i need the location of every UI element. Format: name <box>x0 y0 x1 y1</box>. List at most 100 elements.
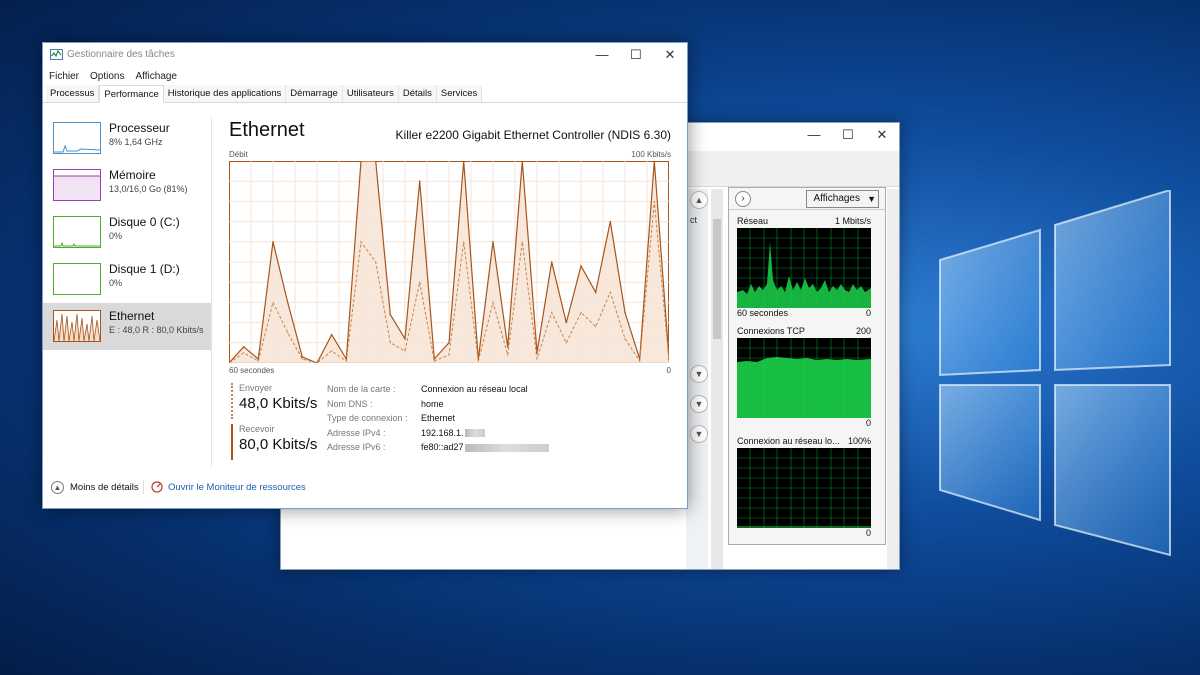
rm-graph-max: 1 Mbits/s <box>834 216 871 226</box>
sidebar-item-disque-0[interactable]: Disque 0 (C:) 0% <box>43 209 211 256</box>
sidebar-item-processeur[interactable]: Processeur 8% 1,64 GHz <box>43 115 211 162</box>
windows-logo <box>939 190 1171 557</box>
send-point <box>243 352 245 354</box>
rm-network-graph: Réseau 1 Mbits/s 60 secondes 0 <box>737 216 871 320</box>
send-point <box>463 241 465 243</box>
rm-column-fragment: ct <box>690 215 698 225</box>
sidebar-item-value: 0% <box>109 278 123 288</box>
receive-point <box>550 261 553 263</box>
graph-time-label: 60 secondes <box>229 366 275 375</box>
tab-utilisateurs[interactable]: Utilisateurs <box>342 85 399 102</box>
footer-divider <box>143 480 144 494</box>
disk1-thumbnail <box>53 263 101 295</box>
ethernet-thumbnail <box>53 310 101 342</box>
send-point <box>507 354 509 356</box>
window-title: Gestionnaire des tâches <box>67 49 175 60</box>
receive-point <box>594 291 597 294</box>
rm-graph-time: 60 secondes <box>737 308 789 318</box>
performance-panel: Processeur 8% 1,64 GHz Mémoire 13,0/16,0… <box>43 103 687 469</box>
tab-historique[interactable]: Historique des applications <box>163 85 287 102</box>
tab-performance[interactable]: Performance <box>99 85 164 103</box>
open-resource-monitor-link[interactable]: Ouvrir le Moniteur de ressources <box>151 481 306 493</box>
maximize-button[interactable]: ☐ <box>619 43 653 67</box>
minimize-button[interactable]: — <box>585 43 619 67</box>
throughput-chart <box>229 161 669 363</box>
ipv4-value: 192.168.1. <box>421 427 464 438</box>
receive-point <box>492 241 494 243</box>
rm-close-button[interactable]: ✕ <box>865 123 899 147</box>
send-point <box>389 342 391 344</box>
property-value-ipv4: 192.168.1. <box>421 428 485 438</box>
rm-graph-min: 0 <box>865 308 871 318</box>
tab-processus[interactable]: Processus <box>46 85 100 102</box>
rm-section-collapse-icon[interactable]: ▲ <box>690 191 708 209</box>
sidebar-item-label: Processeur <box>109 121 170 135</box>
sidebar-item-label: Mémoire <box>109 168 156 182</box>
rm-scrollbar-thumb[interactable] <box>713 219 721 339</box>
property-value: home <box>421 398 444 409</box>
graph-max-label: 100 Kbits/s <box>631 150 671 159</box>
rm-tcp-plot <box>737 338 871 418</box>
receive-label: Recevoir <box>239 424 275 434</box>
sidebar-item-value: E : 48,0 R : 80,0 Kbits/s <box>109 325 204 335</box>
receive-point <box>389 313 392 316</box>
receive-point <box>536 352 538 354</box>
receive-stat: Recevoir 80,0 Kbits/s <box>231 424 317 460</box>
page-title: Ethernet <box>229 119 305 141</box>
sidebar-item-disque-1[interactable]: Disque 1 (D:) 0% <box>43 256 211 303</box>
fewer-details-button[interactable]: ▲ Moins de détails <box>51 481 139 494</box>
send-point <box>653 200 655 202</box>
menu-affichage[interactable]: Affichage <box>135 71 177 82</box>
adapter-name: Killer e2200 Gigabit Ethernet Controller… <box>395 128 671 142</box>
receive-point <box>580 265 582 267</box>
blurred-redaction <box>464 443 549 452</box>
send-point <box>360 241 362 243</box>
receive-point <box>506 346 509 348</box>
resource-monitor-label: Ouvrir le Moniteur de ressources <box>168 481 306 493</box>
graph-min-label: 0 <box>666 366 671 375</box>
send-point <box>345 360 347 362</box>
task-manager-titlebar[interactable]: Gestionnaire des tâches — ☐ ✕ <box>43 43 687 67</box>
rm-maximize-button[interactable]: ☐ <box>831 123 865 147</box>
property-value: Ethernet <box>421 413 456 424</box>
send-point <box>448 354 450 356</box>
tab-services[interactable]: Services <box>436 85 483 102</box>
menu-options[interactable]: Options <box>90 71 124 82</box>
rm-views-dropdown[interactable]: Affichages ▼ <box>806 190 879 208</box>
send-point <box>301 358 303 360</box>
receive-point <box>638 358 641 360</box>
menu-bar: Fichier Options Affichage <box>43 67 687 85</box>
close-button[interactable]: ✕ <box>653 43 687 67</box>
tab-details[interactable]: Détails <box>398 85 437 102</box>
task-manager-window[interactable]: Gestionnaire des tâches — ☐ ✕ Fichier Op… <box>42 42 688 509</box>
rm-minimize-button[interactable]: — <box>797 123 831 147</box>
send-point <box>580 311 582 314</box>
rm-scrollbar[interactable] <box>711 189 723 569</box>
sidebar-item-memoire[interactable]: Mémoire 13,0/16,0 Go (81%) <box>43 162 211 209</box>
rm-panel-toggle-icon[interactable]: › <box>735 191 751 207</box>
sidebar-item-value: 8% 1,64 GHz <box>109 137 163 147</box>
menu-fichier[interactable]: Fichier <box>49 71 79 82</box>
send-point <box>639 360 641 362</box>
rm-views-label: Affichages <box>813 193 860 204</box>
adapter-properties: Nom de la carte : Connexion au réseau loc… <box>327 382 549 455</box>
send-point <box>433 360 435 362</box>
rm-section-expand-icon[interactable]: ▼ <box>690 395 708 413</box>
send-point <box>609 291 611 293</box>
rm-network-plot <box>737 228 871 308</box>
receive-point <box>433 358 436 360</box>
send-point <box>257 360 259 362</box>
rm-section-expand-icon[interactable]: ▼ <box>690 365 708 383</box>
send-point <box>492 301 494 303</box>
send-point <box>419 281 421 283</box>
rm-section-expand-icon[interactable]: ▼ <box>690 425 708 443</box>
graph-label: Débit <box>229 150 248 159</box>
resource-monitor-icon <box>151 481 163 493</box>
sidebar-item-ethernet[interactable]: Ethernet E : 48,0 R : 80,0 Kbits/s <box>43 303 211 350</box>
receive-point <box>257 358 260 360</box>
rm-panel-scrollbar[interactable] <box>887 189 899 569</box>
receive-point <box>565 321 568 324</box>
send-point <box>331 350 333 352</box>
receive-point <box>418 180 421 182</box>
tab-demarrage[interactable]: Démarrage <box>286 85 343 102</box>
